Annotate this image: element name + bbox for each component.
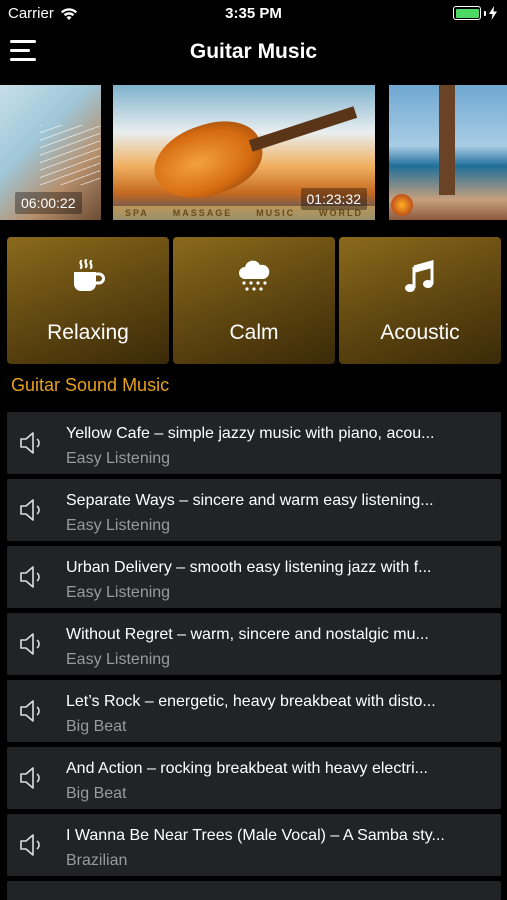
track-genre: Brazilian [66, 852, 128, 869]
category-label: Acoustic [380, 321, 460, 344]
track-genre: Big Beat [66, 785, 127, 802]
carousel-slide[interactable]: SPA MASSAGE MUSIC WORLD 01:23:32 [113, 85, 375, 220]
track-row[interactable]: Without Regret – warm, sincere and nosta… [7, 613, 501, 675]
track-row[interactable]: And Action – rocking breakbeat with heav… [7, 747, 501, 809]
track-title: Urban Delivery – smooth easy listening j… [66, 559, 432, 576]
featured-carousel[interactable]: 06:00:22 SPA MASSAGE MUSIC WORLD 01:23:3… [0, 85, 507, 220]
status-bar: Carrier 3:35 PM [0, 0, 507, 28]
speaker-icon [20, 499, 40, 521]
guitar-image [144, 109, 272, 211]
category-label: Calm [229, 321, 279, 344]
category-acoustic[interactable]: Acoustic [339, 237, 501, 364]
speaker-icon [20, 767, 40, 789]
rain-cloud-icon [239, 260, 270, 291]
track-genre: Easy Listening [66, 584, 171, 601]
speaker-icon [20, 700, 40, 722]
track-row[interactable]: Let’s Rock – energetic, heavy breakbeat … [7, 680, 501, 742]
slide-duration: 06:00:22 [15, 192, 82, 214]
logo-icon [391, 194, 413, 216]
speaker-icon [20, 633, 40, 655]
speaker-icon [20, 834, 40, 856]
track-title: Let’s Rock – energetic, heavy breakbeat … [66, 693, 436, 710]
track-row[interactable] [7, 881, 501, 900]
track-title: Yellow Cafe – simple jazzy music with pi… [66, 425, 435, 442]
section-title: Guitar Sound Music [11, 375, 170, 395]
category-calm[interactable]: Calm [173, 237, 335, 364]
clock: 3:35 PM [225, 5, 282, 22]
track-row[interactable]: Urban Delivery – smooth easy listening j… [7, 546, 501, 608]
track-title: Without Regret – warm, sincere and nosta… [66, 626, 429, 643]
battery-icon [453, 6, 481, 20]
carousel-slide[interactable]: 06:00:22 [0, 85, 101, 220]
category-relaxing[interactable]: Relaxing [7, 237, 169, 364]
charging-bolt-icon [489, 6, 497, 20]
battery-indicator [453, 6, 497, 20]
track-genre: Easy Listening [66, 517, 171, 534]
speaker-icon [20, 432, 40, 454]
track-row[interactable]: Yellow Cafe – simple jazzy music with pi… [7, 412, 501, 474]
music-note-icon [405, 260, 434, 292]
track-title: I Wanna Be Near Trees (Male Vocal) – A S… [66, 827, 445, 844]
navigation-bar: Guitar Music [0, 28, 507, 78]
track-genre: Easy Listening [66, 450, 171, 467]
coffee-cup-icon [74, 259, 105, 291]
track-row[interactable]: Separate Ways – sincere and warm easy li… [7, 479, 501, 541]
track-genre: Big Beat [66, 718, 127, 735]
page-title: Guitar Music [189, 40, 318, 63]
track-row[interactable]: I Wanna Be Near Trees (Male Vocal) – A S… [7, 814, 501, 876]
category-label: Relaxing [47, 321, 129, 344]
track-title: Separate Ways – sincere and warm easy li… [66, 492, 434, 509]
slide-duration: 01:23:32 [300, 188, 367, 210]
speaker-icon [20, 566, 40, 588]
track-genre: Easy Listening [66, 651, 171, 668]
carousel-slide[interactable] [389, 85, 507, 220]
category-tiles: Relaxing Calm Acoustic [7, 237, 501, 364]
track-title: And Action – rocking breakbeat with heav… [66, 760, 428, 777]
track-list: Yellow Cafe – simple jazzy music with pi… [7, 412, 501, 900]
